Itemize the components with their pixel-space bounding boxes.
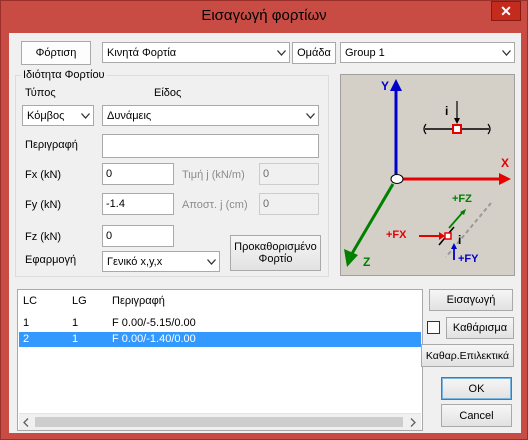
value-j-label: Τιμή j (kN/m) (182, 169, 245, 181)
cell-lc: 1 (23, 317, 30, 329)
title-bar[interactable]: Εισαγωγή φορτίων ✕ (1, 1, 527, 33)
load-list[interactable]: LC LG Περιγραφή 1 1 F 0.00/-5.15/0.00 2 … (17, 289, 423, 431)
chevron-down-icon (81, 112, 90, 119)
axis-x-label: X (501, 156, 510, 170)
predefined-load-button[interactable]: Προκαθορισμένο Φορτίο (230, 235, 321, 271)
window-title: Εισαγωγή φορτίων (201, 7, 327, 24)
dialog-body: Φόρτιση Κινητά Φορτία Ομάδα Group 1 Ιδιό… (9, 33, 521, 433)
chevron-down-icon (207, 258, 216, 265)
type-select[interactable]: Κόμβος (22, 105, 94, 126)
distance-j-field: 0 (259, 193, 319, 215)
header-lg: LG (72, 295, 87, 307)
list-item[interactable]: 1 1 F 0.00/-5.15/0.00 (19, 316, 421, 331)
list-item-selected[interactable]: 2 1 F 0.00/-1.40/0.00 (19, 332, 421, 347)
insert-button[interactable]: Εισαγωγή (429, 289, 513, 311)
horizontal-scrollbar[interactable] (19, 413, 421, 430)
clear-button[interactable]: Καθάρισμα (446, 317, 514, 339)
type-value: Κόμβος (27, 109, 65, 122)
cell-lg: 1 (72, 317, 79, 329)
description-label: Περιγραφή (25, 139, 78, 151)
clear-selected-button[interactable]: Καθαρ.Επιλεκτικά (421, 344, 514, 367)
description-field[interactable] (102, 134, 319, 158)
cancel-button[interactable]: Cancel (441, 404, 512, 427)
fz-arrow-label: +FZ (452, 193, 472, 205)
distance-j-label: Αποστ. j (cm) (182, 199, 248, 211)
axes-diagram: Y X Z i i +FX +FY +FZ (340, 74, 515, 276)
cell-description: F 0.00/-5.15/0.00 (112, 317, 196, 329)
fx-arrow-label: +FX (386, 229, 407, 241)
group-value: Group 1 (345, 46, 385, 59)
fy-label: Fy (kN) (25, 199, 62, 211)
scroll-right-icon[interactable] (410, 418, 416, 427)
load-type-select[interactable]: Κινητά Φορτία (102, 42, 290, 63)
group-label-button[interactable]: Ομάδα (292, 42, 336, 64)
type-label: Τύπος (25, 87, 56, 99)
kind-value: Δυνάμεις (107, 109, 152, 122)
tab-loading[interactable]: Φόρτιση (21, 41, 91, 65)
axis-z-label: Z (363, 255, 371, 269)
value-j-field: 0 (259, 163, 319, 185)
apply-value: Γενικό x,y,x (107, 255, 163, 268)
scroll-thumb[interactable] (35, 417, 403, 427)
apply-label: Εφαρμογή (25, 254, 77, 266)
fz-field[interactable]: 0 (102, 225, 174, 247)
scroll-left-icon[interactable] (23, 418, 29, 427)
close-button[interactable]: ✕ (491, 1, 521, 21)
fx-field[interactable]: 0 (102, 163, 174, 185)
ok-button[interactable]: OK (441, 377, 512, 400)
kind-select[interactable]: Δυνάμεις (102, 105, 319, 126)
header-description: Περιγραφή (112, 295, 165, 307)
cell-lg: 1 (72, 333, 79, 345)
header-lc: LC (23, 295, 38, 307)
apply-select[interactable]: Γενικό x,y,x (102, 251, 220, 272)
node-label-top: i (445, 104, 449, 118)
load-property-legend: Ιδιότητα Φορτίου (21, 69, 107, 81)
cell-description: F 0.00/-1.40/0.00 (112, 333, 196, 345)
cell-lc: 2 (23, 333, 30, 345)
fx-label: Fx (kN) (25, 169, 62, 181)
list-header: LC LG Περιγραφή (19, 294, 421, 309)
axis-y-label: Y (381, 79, 390, 93)
chevron-down-icon (502, 49, 511, 56)
kind-label: Είδος (154, 87, 182, 99)
fy-field[interactable]: -1.4 (102, 193, 174, 215)
fy-arrow-label: +FY (458, 253, 479, 265)
fz-label: Fz (kN) (25, 231, 62, 243)
node-label-bottom: i (458, 233, 462, 247)
dialog-window: Εισαγωγή φορτίων ✕ Φόρτιση Κινητά Φορτία… (0, 0, 528, 440)
clear-checkbox[interactable] (427, 321, 440, 334)
group-select[interactable]: Group 1 (340, 42, 515, 63)
chevron-down-icon (277, 49, 286, 56)
load-type-value: Κινητά Φορτία (107, 46, 177, 59)
chevron-down-icon (306, 112, 315, 119)
